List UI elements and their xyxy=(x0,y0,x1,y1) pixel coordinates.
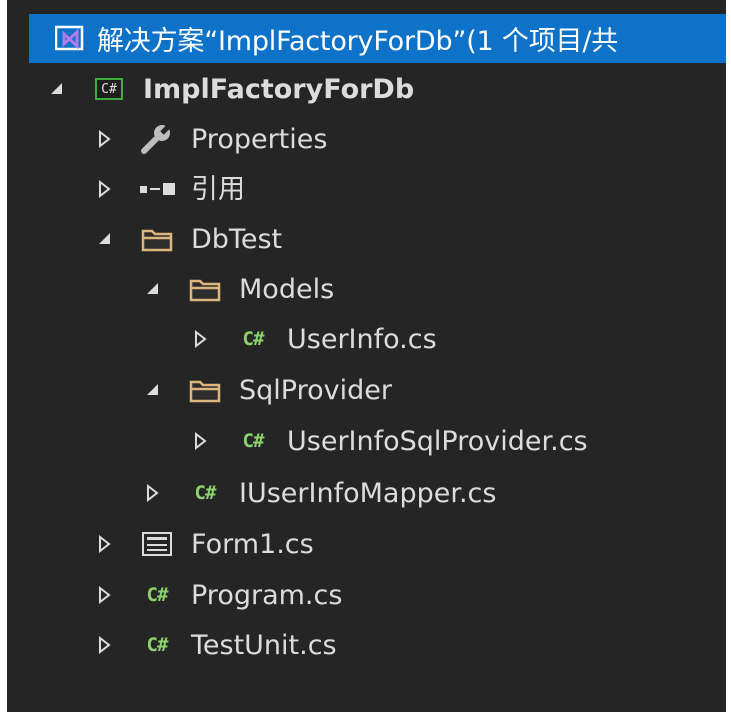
collapsed-arrow-icon[interactable] xyxy=(95,179,115,199)
collapsed-arrow-icon[interactable] xyxy=(95,635,115,655)
userinfosqlprovider-label: UserInfoSqlProvider.cs xyxy=(287,425,588,457)
tree-node-iuserinfomapper[interactable]: C# IUserInfoMapper.cs xyxy=(7,468,726,518)
tree-node-testunit[interactable]: C# TestUnit.cs xyxy=(7,620,726,670)
folder-icon xyxy=(137,224,177,254)
csharp-file-icon: C# xyxy=(242,430,265,452)
tree-node-references[interactable]: 引用 xyxy=(7,164,726,214)
models-label: Models xyxy=(239,273,335,305)
iuserinfomapper-label: IUserInfoMapper.cs xyxy=(239,477,497,509)
userinfo-label: UserInfo.cs xyxy=(287,323,437,355)
expanded-arrow-icon[interactable] xyxy=(143,279,163,299)
program-label: Program.cs xyxy=(191,579,343,611)
form1-label: Form1.cs xyxy=(191,528,314,560)
references-icon xyxy=(137,174,177,204)
tree-node-models[interactable]: Models xyxy=(7,264,726,314)
tree-node-userinfo[interactable]: C# UserInfo.cs xyxy=(7,314,726,364)
folder-icon xyxy=(185,274,225,304)
testunit-label: TestUnit.cs xyxy=(191,629,337,661)
form-icon xyxy=(137,529,177,559)
dbtest-label: DbTest xyxy=(191,223,283,255)
tree-node-sqlprovider[interactable]: SqlProvider xyxy=(7,365,726,415)
solution-node[interactable]: 解决方案“ImplFactoryForDb”(1 个项目/共 xyxy=(29,14,726,63)
tree-node-userinfosqlprovider[interactable]: C# UserInfoSqlProvider.cs xyxy=(7,416,726,466)
solution-title: 解决方案“ImplFactoryForDb”(1 个项目/共 xyxy=(97,26,619,57)
properties-label: Properties xyxy=(191,123,328,155)
expanded-arrow-icon[interactable] xyxy=(47,79,67,99)
csharp-project-icon: C# xyxy=(89,74,129,104)
tree-node-dbtest[interactable]: DbTest xyxy=(7,214,726,264)
expanded-arrow-icon[interactable] xyxy=(143,380,163,400)
tree-node-project[interactable]: C# ImplFactoryForDb xyxy=(7,64,726,114)
csharp-file-icon: C# xyxy=(146,634,169,656)
collapsed-arrow-icon[interactable] xyxy=(191,329,211,349)
collapsed-arrow-icon[interactable] xyxy=(95,129,115,149)
tree-node-properties[interactable]: Properties xyxy=(7,114,726,164)
collapsed-arrow-icon[interactable] xyxy=(191,431,211,451)
sqlprovider-label: SqlProvider xyxy=(239,374,392,406)
references-label: 引用 xyxy=(191,173,245,205)
tree-node-form1[interactable]: Form1.cs xyxy=(7,519,726,569)
expanded-arrow-icon[interactable] xyxy=(95,229,115,249)
visual-studio-solution-icon xyxy=(55,25,84,50)
csharp-file-icon: C# xyxy=(242,328,265,350)
csharp-file-icon: C# xyxy=(146,584,169,606)
wrench-icon xyxy=(137,124,177,154)
collapsed-arrow-icon[interactable] xyxy=(95,534,115,554)
collapsed-arrow-icon[interactable] xyxy=(143,483,163,503)
tree-node-program[interactable]: C# Program.cs xyxy=(7,570,726,620)
solution-explorer-panel: 解决方案“ImplFactoryForDb”(1 个项目/共 C# ImplFa… xyxy=(7,0,726,712)
project-label: ImplFactoryForDb xyxy=(143,73,415,105)
collapsed-arrow-icon[interactable] xyxy=(95,585,115,605)
folder-icon xyxy=(185,375,225,405)
csharp-file-icon: C# xyxy=(194,482,217,504)
